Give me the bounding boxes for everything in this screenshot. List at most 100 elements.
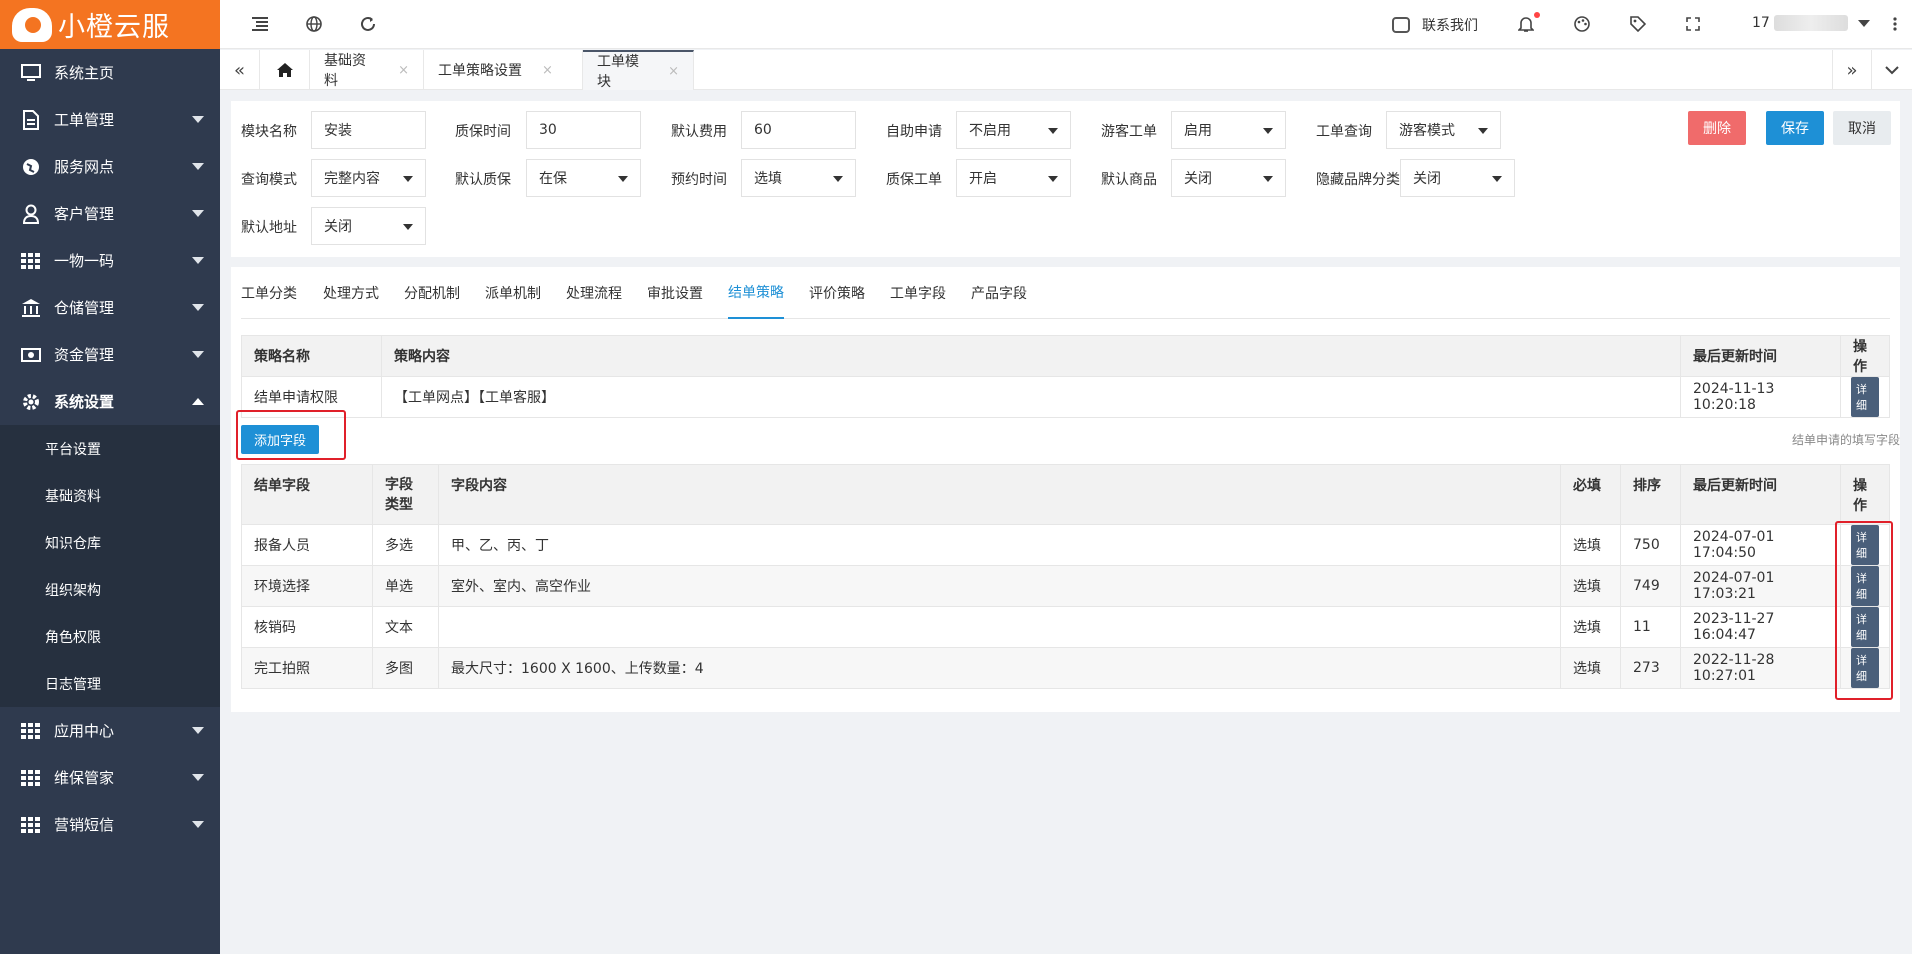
globe-icon[interactable] [304, 14, 324, 34]
query-mode-select[interactable]: 完整内容 [311, 159, 426, 197]
close-icon[interactable]: × [668, 64, 679, 79]
guest-order-select[interactable]: 启用 [1171, 111, 1286, 149]
appointment-time-select[interactable]: 选填 [741, 159, 856, 197]
tabs-scroll-right-icon[interactable]: » [1832, 50, 1872, 90]
monitor-icon [20, 62, 42, 84]
grid-icon [20, 250, 42, 272]
tab-workorder-module[interactable]: 工单模块 × [583, 50, 694, 90]
table-row: 完工拍照 多图 最大尺寸：1600 X 1600、上传数量：4 选填 273 2… [241, 647, 1890, 689]
sidebar-item-warehouse[interactable]: 仓储管理 [0, 284, 220, 331]
default-address-label: 默认地址 [241, 220, 297, 236]
field-name: 核销码 [241, 606, 373, 648]
bank-icon [20, 297, 42, 319]
default-product-select[interactable]: 关闭 [1171, 159, 1286, 197]
sidebar-item-system-settings[interactable]: 系统设置 [0, 378, 220, 425]
menu-toggle-icon[interactable] [250, 14, 270, 34]
default-fee-label: 默认费用 [671, 124, 727, 140]
close-icon[interactable]: × [542, 63, 553, 78]
strategy-table: 策略名称 策略内容 最后更新时间 操作 结单申请权限 【工单网点】【工单客服】 … [241, 335, 1890, 418]
sidebar-item-label: 营销短信 [54, 816, 115, 834]
order-query-label: 工单查询 [1316, 124, 1372, 140]
sidebar-item-maintenance[interactable]: 维保管家 [0, 754, 220, 801]
sidebar-subitem-basic-data[interactable]: 基础资料 [0, 472, 220, 519]
sidebar-item-label: 服务网点 [54, 158, 115, 176]
table-row: 环境选择 单选 室外、室内、高空作业 选填 749 2024-07-01 17:… [241, 565, 1890, 607]
contact-us-link[interactable]: 联系我们 [1392, 15, 1478, 35]
tab-process[interactable]: 处理流程 [566, 267, 622, 319]
hide-brand-label: 隐藏品牌分类 [1316, 172, 1400, 188]
tab-workorder-strategy[interactable]: 工单策略设置 × [424, 50, 583, 90]
tabs-dropdown-icon[interactable] [1872, 50, 1912, 90]
field-content: 室外、室内、高空作业 [438, 565, 1561, 607]
top-bar: 联系我们 17 [220, 0, 1912, 49]
field-content: 甲、乙、丙、丁 [438, 524, 1561, 566]
self-apply-select[interactable]: 不启用 [956, 111, 1071, 149]
table-header-row: 策略名称 策略内容 最后更新时间 操作 [241, 335, 1890, 377]
fullscreen-icon[interactable] [1683, 14, 1703, 34]
sidebar-item-one-code[interactable]: 一物一码 [0, 237, 220, 284]
sidebar-item-label: 资金管理 [54, 346, 115, 364]
sidebar-subitem-organization[interactable]: 组织架构 [0, 566, 220, 613]
default-address-select[interactable]: 关闭 [311, 207, 426, 245]
more-vertical-icon[interactable] [1885, 14, 1905, 34]
field-required: 选填 [1560, 524, 1621, 566]
col-header: 策略名称 [241, 335, 382, 377]
delete-button[interactable]: 删除 [1688, 111, 1746, 145]
module-name-input[interactable]: 安装 [311, 111, 426, 149]
sidebar-subitem-knowledge[interactable]: 知识仓库 [0, 519, 220, 566]
tabs-scroll-left-icon[interactable]: « [220, 50, 260, 90]
tab-closing-strategy[interactable]: 结单策略 [728, 267, 784, 319]
sidebar-item-workorder[interactable]: 工单管理 [0, 96, 220, 143]
warranty-time-input[interactable]: 30 [526, 111, 641, 149]
cancel-button[interactable]: 取消 [1833, 111, 1891, 145]
user-icon [20, 203, 42, 225]
tag-icon[interactable] [1628, 14, 1648, 34]
hide-brand-select[interactable]: 关闭 [1400, 159, 1515, 197]
tab-order-fields[interactable]: 工单字段 [890, 267, 946, 319]
self-apply-label: 自助申请 [886, 124, 942, 140]
grid-icon [20, 720, 42, 742]
user-menu[interactable]: 17 [1752, 15, 1870, 31]
detail-button[interactable]: 详细 [1851, 377, 1879, 417]
tab-product-fields[interactable]: 产品字段 [971, 267, 1027, 319]
chevron-down-icon [192, 257, 204, 264]
brand-logo[interactable]: 小橙云服 [0, 0, 220, 49]
col-header: 最后更新时间 [1680, 464, 1841, 525]
brand-name: 小橙云服 [58, 12, 170, 43]
sidebar-subitem-platform[interactable]: 平台设置 [0, 425, 220, 472]
contact-us-label: 联系我们 [1422, 18, 1478, 34]
default-fee-input[interactable]: 60 [741, 111, 856, 149]
palette-icon[interactable] [1572, 14, 1592, 34]
strategy-panel: 工单分类 处理方式 分配机制 派单机制 处理流程 审批设置 结单策略 评价策略 … [231, 267, 1900, 712]
bell-icon[interactable] [1516, 12, 1540, 34]
save-button[interactable]: 保存 [1766, 111, 1824, 145]
tab-approval[interactable]: 审批设置 [647, 267, 703, 319]
sidebar-item-service-points[interactable]: 服务网点 [0, 143, 220, 190]
field-required: 选填 [1560, 565, 1621, 607]
sidebar-subitem-logs[interactable]: 日志管理 [0, 660, 220, 707]
sidebar-item-customers[interactable]: 客户管理 [0, 190, 220, 237]
default-warranty-select[interactable]: 在保 [526, 159, 641, 197]
updated-time: 2023-11-27 16:04:47 [1680, 606, 1841, 648]
orange-logo-icon [12, 7, 52, 42]
tab-handling[interactable]: 处理方式 [323, 267, 379, 319]
refresh-icon[interactable] [358, 14, 378, 34]
sidebar-item-finance[interactable]: 资金管理 [0, 331, 220, 378]
tab-category[interactable]: 工单分类 [241, 267, 297, 319]
sidebar-item-sms-marketing[interactable]: 营销短信 [0, 801, 220, 848]
sidebar-item-home[interactable]: 系统主页 [0, 49, 220, 96]
tab-evaluation[interactable]: 评价策略 [809, 267, 865, 319]
home-tab[interactable] [260, 50, 310, 90]
close-icon[interactable]: × [398, 63, 409, 78]
order-query-select[interactable]: 游客模式 [1386, 111, 1501, 149]
notification-dot [1534, 12, 1540, 18]
tab-allocation[interactable]: 分配机制 [404, 267, 460, 319]
tab-basic-data[interactable]: 基础资料 × [310, 50, 424, 90]
col-header: 操作 [1840, 335, 1890, 377]
sidebar-subitem-roles[interactable]: 角色权限 [0, 613, 220, 660]
sidebar-item-app-center[interactable]: 应用中心 [0, 707, 220, 754]
warranty-order-select[interactable]: 开启 [956, 159, 1071, 197]
tab-dispatch[interactable]: 派单机制 [485, 267, 541, 319]
chevron-up-icon [192, 398, 204, 405]
table-row: 核销码 文本 选填 11 2023-11-27 16:04:47 详细 [241, 606, 1890, 648]
